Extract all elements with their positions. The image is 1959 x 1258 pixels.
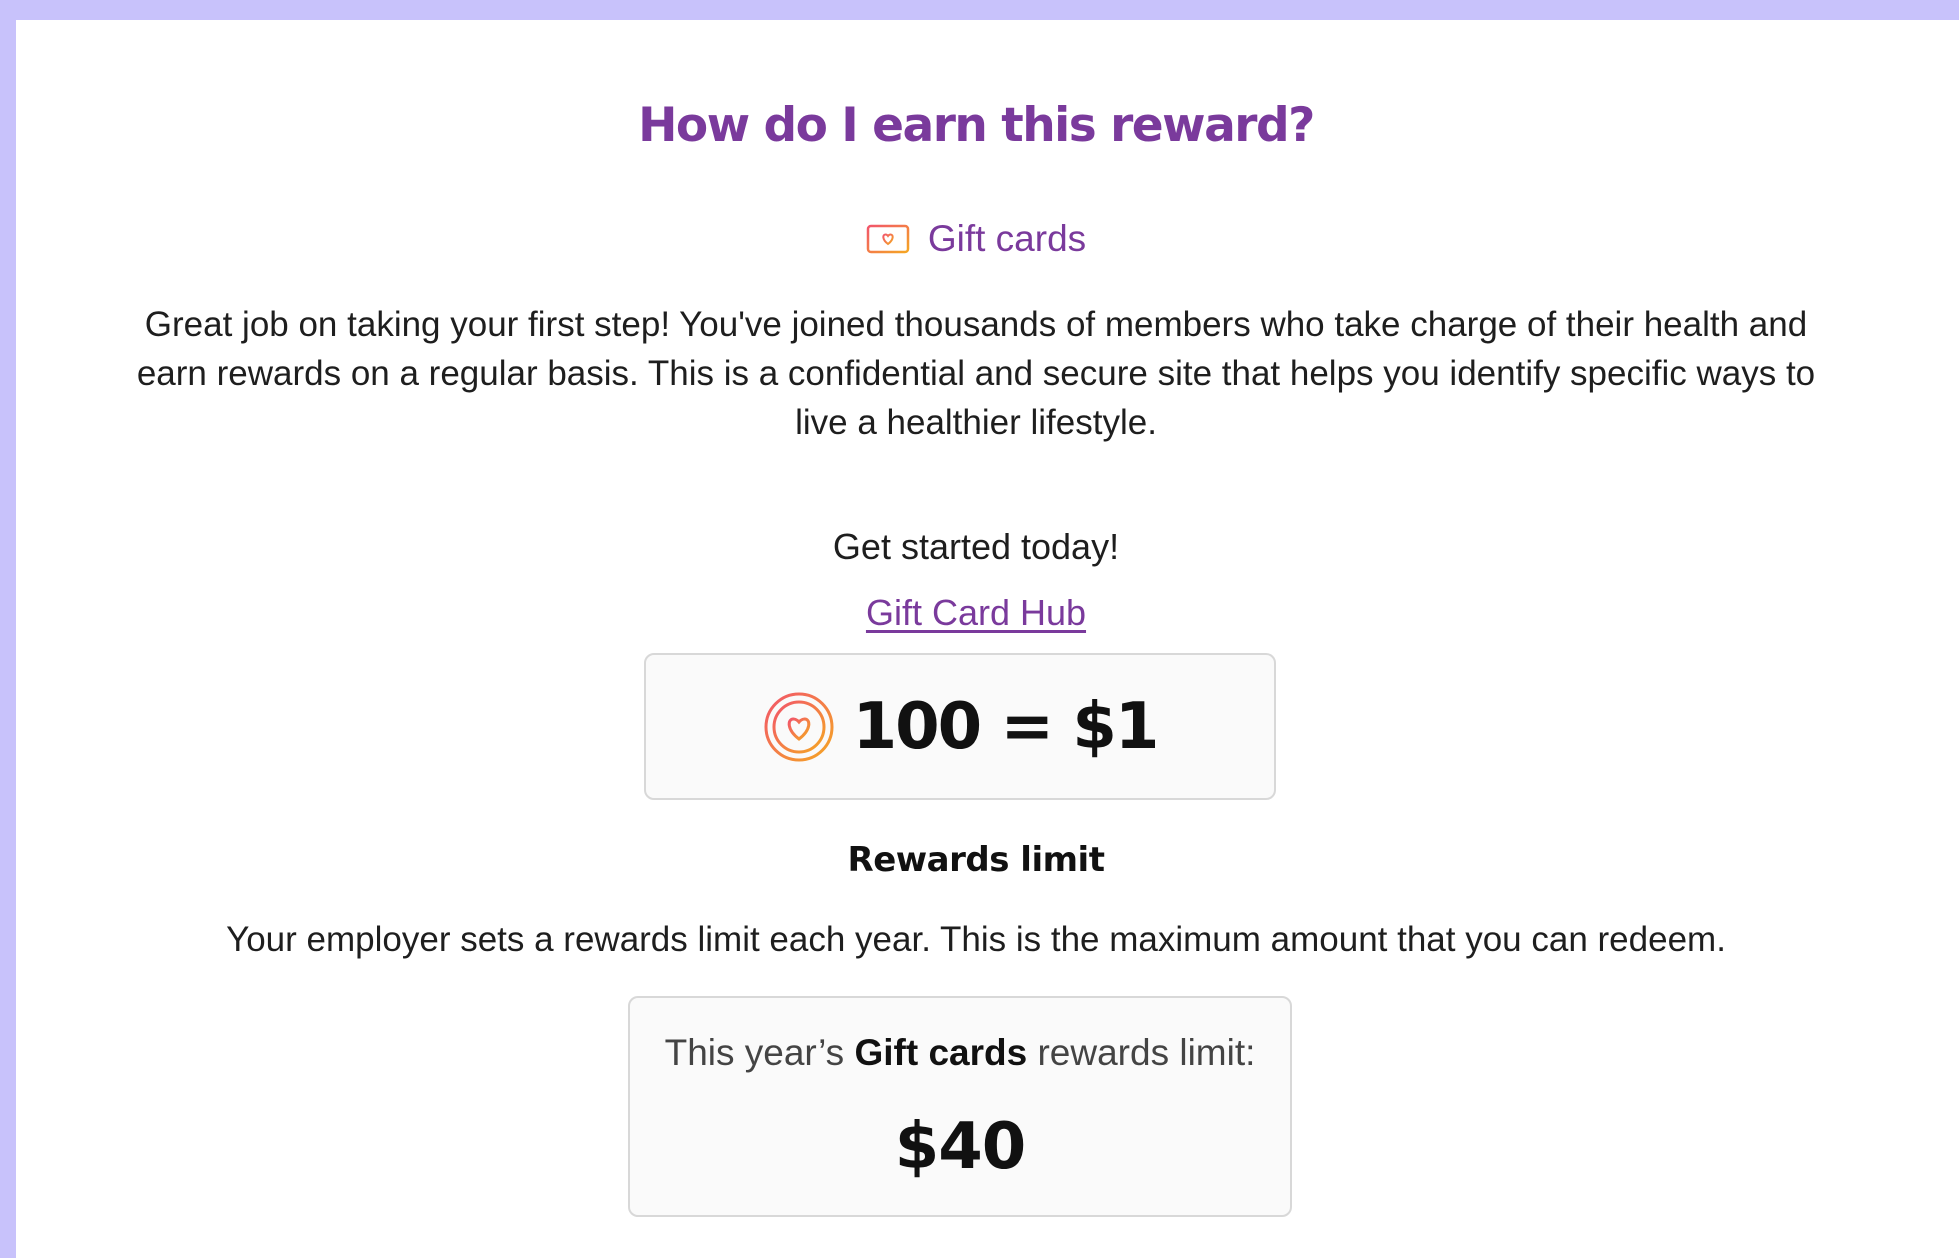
gift-card-icon bbox=[866, 224, 910, 254]
conversion-rate-text: 100 = $1 bbox=[852, 689, 1160, 764]
reward-info-card: How do I earn this reward? Gift cards Gr… bbox=[16, 20, 1959, 1258]
rewards-limit-suffix: rewards limit: bbox=[1027, 1032, 1256, 1073]
conversion-rate-box: 100 = $1 bbox=[644, 653, 1276, 800]
get-started-text: Get started today! bbox=[832, 526, 1120, 567]
rewards-limit-reward-name: Gift cards bbox=[854, 1032, 1028, 1073]
intro-text: Great job on taking your first step! You… bbox=[136, 305, 1816, 442]
reward-info-content: How do I earn this reward? Gift cards Gr… bbox=[16, 20, 1936, 1258]
rewards-limit-description: Your employer sets a rewards limit each … bbox=[226, 920, 1726, 959]
rewards-limit-prefix: This year’s bbox=[664, 1032, 855, 1073]
heart-coin-icon bbox=[764, 692, 834, 761]
page-title: How do I earn this reward? bbox=[638, 98, 1315, 153]
reward-type-row: Gift cards bbox=[16, 218, 1936, 260]
rewards-limit-label: This year’s Gift cards rewards limit: bbox=[630, 1032, 1290, 1074]
gift-card-hub-link[interactable]: Gift Card Hub bbox=[16, 592, 1936, 634]
rewards-limit-amount: $40 bbox=[894, 1110, 1027, 1184]
rewards-limit-heading: Rewards limit bbox=[847, 840, 1105, 880]
reward-type-label: Gift cards bbox=[927, 218, 1087, 259]
rewards-limit-box: This year’s Gift cards rewards limit: $4… bbox=[628, 996, 1292, 1217]
